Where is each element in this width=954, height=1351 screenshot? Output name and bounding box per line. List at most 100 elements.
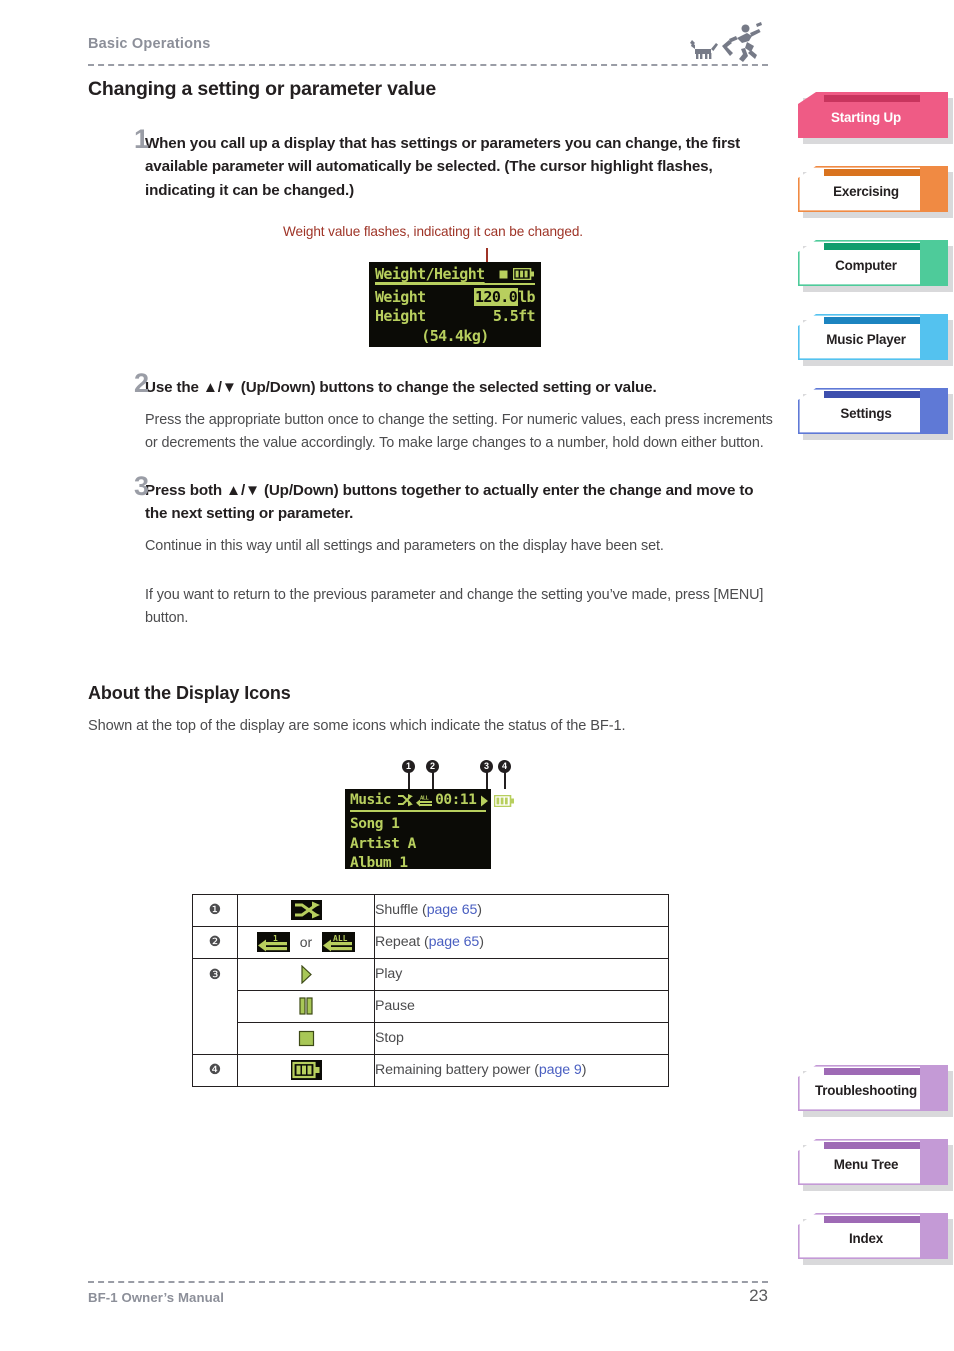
step-2: 2 Use the ▲/▼ (Up/Down) buttons to chang…	[88, 369, 778, 455]
svg-text:ALL: ALL	[420, 796, 429, 802]
row-6-number: ❹	[192, 1053, 238, 1087]
sidebar-tabs-top: Starting Up Exercising Computer Music Pl…	[798, 92, 954, 462]
sidebar-item-menu-tree[interactable]: Menu Tree	[798, 1139, 954, 1191]
header-title: Basic Operations	[88, 36, 211, 52]
battery-icon	[290, 1060, 322, 1081]
sidebar-item-starting-up[interactable]: Starting Up	[798, 92, 954, 144]
battery-icon	[512, 267, 535, 281]
shuffle-icon	[397, 794, 414, 807]
row-6-text: Remaining battery power (	[375, 1062, 539, 1079]
row-4-text: Pause	[374, 989, 669, 1023]
repeat-one-icon: 1	[256, 932, 290, 953]
step-3-body: Continue in this way until all settings …	[145, 538, 664, 554]
height-value: 5.5	[492, 306, 519, 325]
sidebar-item-computer[interactable]: Computer	[798, 240, 954, 292]
music-line-1: Song 1	[350, 816, 400, 833]
svg-text:1: 1	[273, 934, 278, 943]
stop-icon	[498, 269, 509, 280]
step-3-lead: Press both ▲/▼ (Up/Down) buttons togethe…	[145, 481, 754, 522]
weight-kg-value: (54.4kg)	[421, 326, 489, 345]
music-title: Music	[350, 791, 392, 808]
step-2-number: 2	[134, 367, 150, 398]
step-3: 3 Press both ▲/▼ (Up/Down) buttons toget…	[88, 472, 778, 630]
row-3-text: Play	[374, 957, 669, 991]
step-1: 1 When you call up a display that has se…	[88, 126, 778, 202]
stop-icon	[298, 1030, 315, 1047]
sidebar-item-label: Menu Tree	[833, 1156, 899, 1172]
runner-icon	[722, 22, 762, 62]
footer-manual-name: BF-1 Owner’s Manual	[88, 1290, 224, 1305]
table-row: Stop	[193, 1021, 669, 1055]
table-row: ❶ Shuffle (page 65)	[192, 893, 669, 927]
figure-1-caption: Weight value flashes, indicating it can …	[283, 223, 583, 239]
step-2-lead: Use the ▲/▼ (Up/Down) buttons to change …	[145, 378, 657, 396]
svg-text:ALL: ALL	[333, 934, 348, 943]
callout-4-line	[504, 768, 506, 789]
display-icons-heading: About the Display Icons	[88, 683, 291, 704]
row-1-text-after: )	[477, 902, 482, 919]
row-1-text: Shuffle (	[375, 902, 427, 919]
row-2-text-cell: Repeat (page 65)	[374, 925, 669, 959]
row-2-link[interactable]: page 65	[429, 934, 480, 950]
row-3-number: ❸	[192, 957, 238, 1055]
row-2-icon-cell: 1 or ALL	[237, 925, 375, 959]
weight-unit: lb	[518, 287, 535, 306]
footer-divider	[88, 1281, 768, 1283]
row-2-number: ❷	[192, 925, 238, 959]
sidebar-item-label: Troubleshooting	[815, 1082, 917, 1098]
sidebar-item-exercising[interactable]: Exercising	[798, 166, 954, 218]
row-6-link[interactable]: page 9	[539, 1062, 582, 1078]
height-unit: ft	[518, 306, 535, 325]
display-icons-table: ❶ Shuffle (page 65) ❷ 1 or ALL Repeat (p…	[192, 893, 669, 1087]
table-row: ❷ 1 or ALL Repeat (page 65)	[192, 925, 669, 959]
page-title: Changing a setting or parameter value	[88, 78, 437, 100]
weight-label: Weight	[375, 287, 426, 306]
music-time: 00:11	[435, 791, 477, 808]
sidebar-item-label: Computer	[835, 257, 897, 273]
dog-and-runner-icons	[690, 22, 762, 62]
row-3-icon-cell	[237, 957, 375, 991]
row-5-text: Stop	[374, 1021, 669, 1055]
page-number: 23	[749, 1286, 768, 1305]
sidebar-item-index[interactable]: Index	[798, 1213, 954, 1265]
step-3-number: 3	[134, 470, 150, 501]
or-label: or	[299, 934, 313, 951]
row-5-icon-cell	[237, 1021, 375, 1055]
figure-2: 1 2 3 4 Music ALL 00:11 Song 1 Artist A …	[88, 754, 778, 886]
weight-value-highlight[interactable]: 120.0	[473, 287, 519, 306]
pause-icon	[298, 997, 314, 1015]
play-icon	[480, 795, 489, 807]
sidebar-item-label: Starting Up	[831, 109, 901, 125]
dog-icon	[690, 40, 718, 59]
callout-2-line	[432, 768, 434, 789]
sidebar-tabs-bottom: Troubleshooting Menu Tree Index	[798, 1065, 954, 1287]
display-icons-intro: Shown at the top of the display are some…	[88, 718, 626, 735]
row-1-link[interactable]: page 65	[427, 902, 478, 918]
battery-icon	[494, 794, 515, 807]
main-content: Changing a setting or parameter value 1 …	[88, 78, 778, 1087]
sidebar-item-label: Settings	[840, 405, 892, 421]
step-1-lead: When you call up a display that has sett…	[145, 135, 741, 199]
row-1-icon-cell	[237, 893, 375, 927]
sidebar-item-music-player[interactable]: Music Player	[798, 314, 954, 366]
row-6-text-after: )	[581, 1062, 587, 1079]
repeat-all-icon: ALL	[322, 932, 356, 953]
header-divider	[88, 64, 768, 66]
row-2-text-after: )	[479, 934, 484, 951]
music-line-2: Artist A	[350, 835, 416, 852]
sidebar-item-settings[interactable]: Settings	[798, 388, 954, 440]
header-icon-group	[678, 22, 768, 66]
lcd-title: Weight/Height	[375, 264, 485, 283]
sidebar-item-troubleshooting[interactable]: Troubleshooting	[798, 1065, 954, 1117]
music-display: Music ALL 00:11 Song 1 Artist A Album 1	[345, 788, 515, 871]
row-1-number: ❶	[192, 893, 238, 927]
height-label: Height	[375, 306, 426, 325]
step-3-body-2: If you want to return to the previous pa…	[145, 586, 764, 626]
callout-1-line	[408, 768, 410, 789]
play-icon	[299, 964, 313, 985]
row-6-icon-cell	[237, 1053, 375, 1087]
repeat-all-icon: ALL	[416, 794, 433, 807]
sidebar-item-label: Index	[849, 1230, 883, 1246]
figure-1: Weight/Height Weight 120.0lb Height 5.5f…	[88, 247, 778, 352]
step-2-body: Press the appropriate button once to cha…	[145, 412, 773, 451]
